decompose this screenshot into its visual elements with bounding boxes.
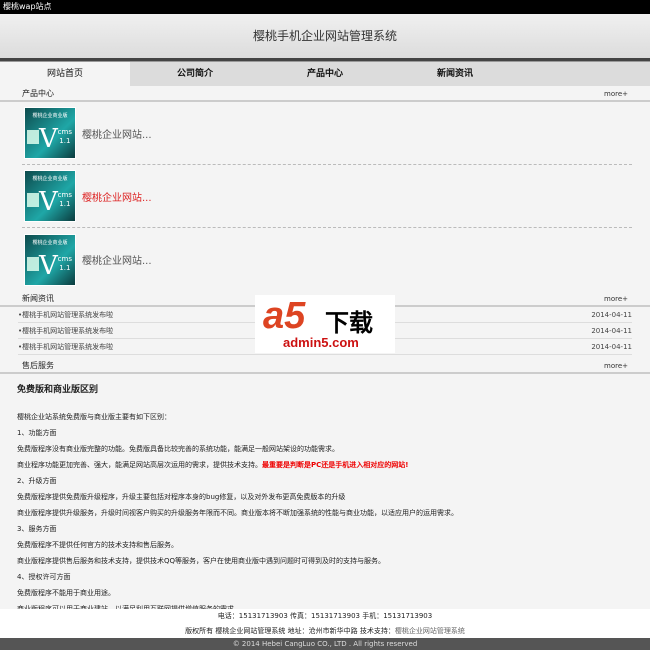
product-thumbnail[interactable]: 樱桃企业商业版 Vcms 1.1 bbox=[24, 170, 76, 222]
product-item[interactable]: 樱桃企业商业版 Vcms 1.1 樱桃企业网站... bbox=[22, 102, 632, 165]
content-line: 商业版程序提供升级服务，升级时间视客户购买的升级服务年限而不同。商业版本将不断加… bbox=[17, 509, 458, 517]
news-title[interactable]: •樱桃手机网站管理系统发布啦 bbox=[18, 307, 113, 322]
footer-contact: 电话：15131713903 传真：15131713903 手机：1513171… bbox=[217, 612, 433, 620]
footer: 电话：15131713903 传真：15131713903 手机：1513171… bbox=[0, 609, 650, 638]
product-list: 樱桃企业商业版 Vcms 1.1 樱桃企业网站... 樱桃企业商业版 Vcms 1.1 … bbox=[0, 102, 650, 291]
top-bar: 樱桃wap站点 bbox=[0, 0, 650, 14]
support-link[interactable]: 樱桃企业网站管理系统 bbox=[395, 627, 465, 635]
section-title: 产品中心 bbox=[22, 89, 54, 98]
product-title[interactable]: 樱桃企业网站... bbox=[82, 252, 152, 267]
watermark-a5: a5 bbox=[263, 295, 306, 337]
news-title[interactable]: •樱桃手机网站管理系统发布啦 bbox=[18, 323, 113, 338]
thumb-logo: V bbox=[39, 250, 58, 281]
content-line: 免费版程序不能用于商业用途。 bbox=[17, 589, 115, 597]
content-text: 商业程序功能更加完善、强大，能满足网站高层次运用的需求，提供技术支持。 bbox=[17, 461, 262, 469]
section-title: 售后服务 bbox=[22, 361, 54, 370]
watermark-domain: admin5.com bbox=[283, 335, 359, 350]
more-link[interactable]: more+ bbox=[604, 86, 628, 100]
service-content: 免费版和商业版区别 樱桃企业站系统免费版与商业版主要有如下区别： 1、功能方面 … bbox=[0, 374, 650, 617]
watermark-logo: a5 下载 admin5.com bbox=[255, 295, 395, 353]
watermark-text: 下载 bbox=[325, 310, 373, 337]
footer-copyright: 版权所有 樱桃企业网站管理系统 地址：沧州市新华中路 技术支持：樱桃企业网站管理… bbox=[0, 624, 650, 639]
content-line: 3、服务方面 bbox=[17, 525, 57, 533]
copyright-bar: © 2014 Hebei CangLuo CO., LTD . All righ… bbox=[0, 638, 650, 650]
thumb-ver: 1.1 bbox=[59, 200, 71, 208]
content-line: 免费版程序不提供任何官方的技术支持和售后服务。 bbox=[17, 541, 178, 549]
news-date: 2014-04-11 bbox=[591, 343, 632, 351]
copyright-text: 版权所有 樱桃企业网站管理系统 地址：沧州市新华中路 技术支持： bbox=[185, 627, 395, 635]
news-title[interactable]: •樱桃手机网站管理系统发布啦 bbox=[18, 339, 113, 354]
thumb-ver: 1.1 bbox=[59, 263, 71, 272]
products-section-header: 产品中心 more+ bbox=[0, 86, 650, 102]
content-line: 商业程序功能更加完善、强大，能满足网站高层次运用的需求，提供技术支持。最重要是判… bbox=[17, 457, 633, 473]
more-link[interactable]: more+ bbox=[604, 358, 628, 372]
product-item[interactable]: 樱桃企业商业版 Vcms 1.1 樱桃企业网站... bbox=[22, 165, 632, 228]
screen-graphic bbox=[27, 193, 39, 207]
nav-about[interactable]: 公司简介 bbox=[130, 62, 260, 86]
screen-graphic bbox=[27, 256, 39, 271]
product-title[interactable]: 樱桃企业网站... bbox=[82, 126, 152, 141]
content-line: 2、升级方面 bbox=[17, 477, 57, 485]
highlight-text: 最重要是判断是PC还是手机进入相对应的网站! bbox=[262, 461, 409, 469]
more-link[interactable]: more+ bbox=[604, 291, 628, 305]
nav-news[interactable]: 新闻资讯 bbox=[390, 62, 520, 86]
site-title: 樱桃手机企业网站管理系统 bbox=[252, 29, 397, 43]
thumb-cms: cms bbox=[57, 254, 72, 263]
nav-products[interactable]: 产品中心 bbox=[260, 62, 390, 86]
thumb-version: cms 1.1 bbox=[58, 191, 72, 209]
thumb-version: cms 1.1 bbox=[58, 128, 72, 146]
service-section-header: 售后服务 more+ bbox=[0, 358, 650, 374]
content-line: 樱桃企业站系统免费版与商业版主要有如下区别： bbox=[17, 413, 171, 421]
content-title: 免费版和商业版区别 bbox=[17, 385, 99, 395]
screen-graphic bbox=[27, 130, 39, 144]
thumb-logo: V bbox=[39, 187, 58, 217]
nav-home[interactable]: 网站首页 bbox=[0, 62, 130, 86]
product-item[interactable]: 樱桃企业商业版 Vcms 1.1 樱桃企业网站... bbox=[22, 228, 632, 291]
site-header: 樱桃手机企业网站管理系统 bbox=[0, 14, 650, 58]
content-line: 1、功能方面 bbox=[17, 429, 57, 437]
product-title[interactable]: 樱桃企业网站... bbox=[82, 189, 152, 204]
news-date: 2014-04-11 bbox=[591, 327, 632, 335]
thumb-caption: 樱桃企业商业版 bbox=[32, 113, 68, 119]
main-nav: 网站首页 公司简介 产品中心 新闻资讯 bbox=[0, 62, 650, 86]
section-title: 新闻资讯 bbox=[22, 294, 54, 303]
news-date: 2014-04-11 bbox=[591, 311, 632, 319]
thumb-caption: 樱桃企业商业版 bbox=[32, 176, 68, 182]
thumb-cms: cms bbox=[57, 191, 72, 199]
thumb-cms: cms bbox=[57, 128, 72, 136]
thumb-ver: 1.1 bbox=[59, 137, 71, 145]
product-thumbnail[interactable]: 樱桃企业商业版 Vcms 1.1 bbox=[24, 107, 76, 159]
product-thumbnail[interactable]: 樱桃企业商业版 Vcms 1.1 bbox=[24, 233, 76, 286]
content-line: 商业版程序提供售后服务和技术支持，提供技术QQ等服务，客户在使用商业版中遇到问题… bbox=[17, 557, 386, 565]
content-line: 免费版程序提供免费版升级程序，升级主要包括对程序本身的bug修复，以及对外发布更… bbox=[17, 493, 346, 501]
thumb-caption: 樱桃企业商业版 bbox=[32, 239, 68, 246]
content-line: 免费版程序没有商业版完整的功能。免费版具备比较完善的系统功能，能满足一般网站架设… bbox=[17, 445, 339, 453]
site-label: 樱桃wap站点 bbox=[3, 2, 52, 11]
thumb-logo: V bbox=[39, 124, 58, 154]
content-line: 4、授权许可方面 bbox=[17, 573, 71, 581]
thumb-version: cms 1.1 bbox=[58, 255, 72, 273]
